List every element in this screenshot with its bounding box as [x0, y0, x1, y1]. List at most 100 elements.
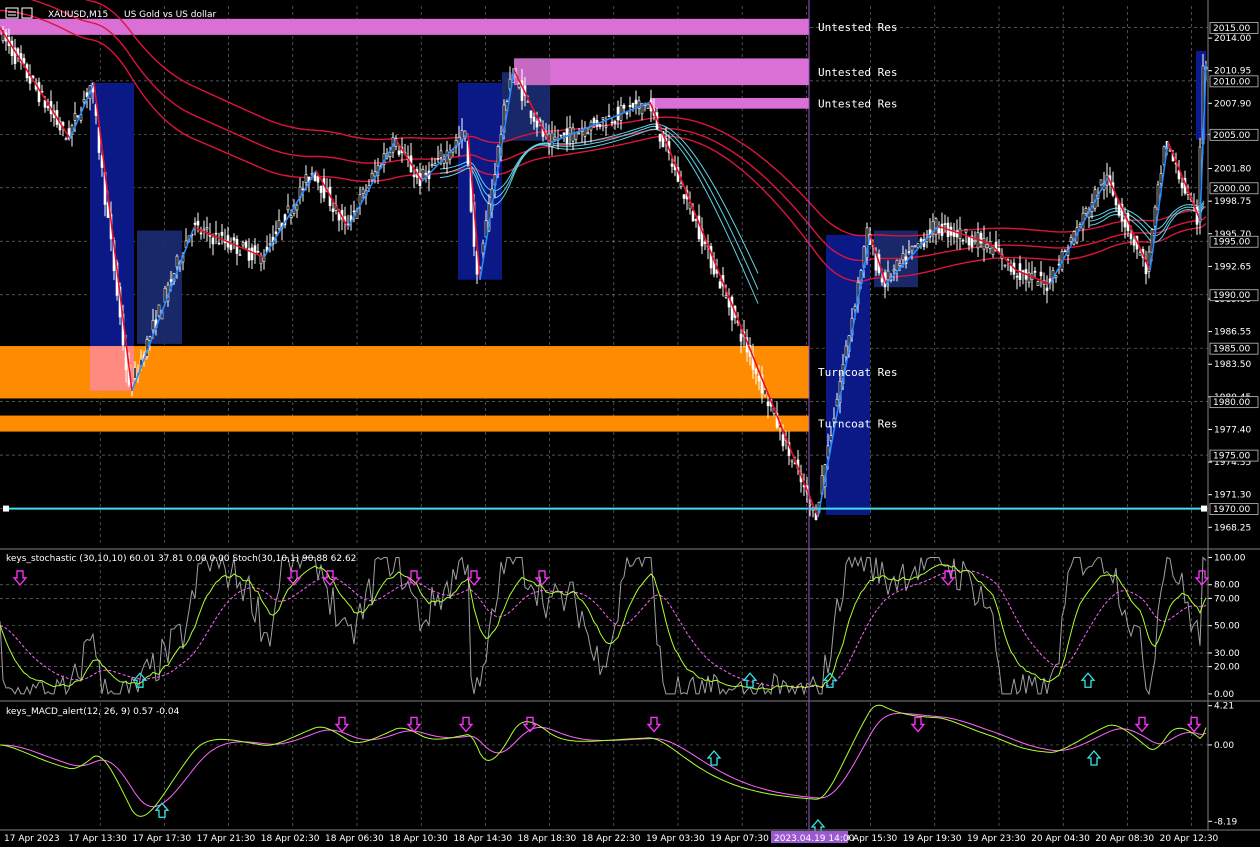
candle-body [220, 231, 224, 236]
candle-body [964, 228, 968, 233]
candle-body [682, 194, 686, 199]
candle-body [586, 132, 590, 135]
price-tick-label: 1983.50 [1214, 360, 1251, 370]
candle-body [979, 232, 983, 244]
candle-body [289, 215, 293, 218]
candle-body [232, 237, 236, 241]
candle-body [1033, 270, 1037, 273]
candle-body [517, 83, 521, 88]
candle-body [835, 398, 839, 407]
candle-body [670, 163, 674, 167]
candle-body [568, 127, 572, 135]
candle-body [361, 188, 365, 194]
trading-chart[interactable]: Untested Res Untested Res Untested Res Turn… [0, 0, 1260, 847]
macd-title: keys_MACD_alert(12, 26, 9) 0.57 -0.04 [6, 707, 180, 717]
chart-symbol: XAUUSD,M15 [48, 10, 108, 20]
price-tick-label: 1971.30 [1214, 491, 1251, 501]
candle-body [718, 281, 722, 289]
time-label: 17 Apr 21:30 [197, 834, 256, 844]
candle-body [1180, 182, 1184, 189]
candle-body [658, 133, 662, 142]
candle-body [433, 163, 437, 166]
time-label: 20 Apr 12:30 [1160, 834, 1219, 844]
price-tag-label: 2015.00 [1213, 24, 1250, 34]
time-label: 20 Apr 08:30 [1095, 834, 1154, 844]
candle-body [991, 247, 995, 255]
price-tick-label: 1968.25 [1214, 523, 1251, 533]
stochastic-tick-label: 0.00 [1214, 690, 1234, 700]
price-tick-label: 2014.00 [1214, 34, 1251, 44]
zone-label: Untested Res [818, 97, 897, 110]
candle-body [607, 115, 611, 118]
zone-turncoat [0, 415, 809, 432]
candle-body [691, 210, 695, 222]
candle-body [625, 112, 629, 115]
price-tag-label: 1980.00 [1213, 398, 1250, 408]
price-tag-label: 1995.00 [1213, 238, 1250, 248]
candle-body [202, 228, 206, 231]
zone-label: Untested Res [818, 66, 897, 79]
time-label: 17 Apr 2023 [4, 834, 60, 844]
candle-body [175, 255, 179, 268]
price-tag-label: 2005.00 [1213, 131, 1250, 141]
time-label: 18 Apr 18:30 [518, 834, 577, 844]
candle-body [529, 110, 533, 118]
candle-body [1138, 252, 1142, 256]
time-label: 17 Apr 17:30 [132, 834, 191, 844]
time-label: 17 Apr 13:30 [68, 834, 127, 844]
candle-body [1054, 275, 1058, 279]
candle-body [550, 132, 554, 147]
price-tick-label: 2007.90 [1214, 99, 1251, 109]
candle-body [739, 333, 743, 342]
zone-label: Turncoat Res [818, 418, 897, 431]
horizontal-line-handle [3, 505, 9, 512]
candle-body [961, 239, 965, 242]
candle-body [229, 244, 233, 251]
candle-body [604, 125, 608, 128]
price-tag-label: 1990.00 [1213, 291, 1250, 301]
time-label: 18 Apr 10:30 [389, 834, 448, 844]
candle-body [1099, 179, 1103, 186]
candle-body [304, 174, 308, 183]
candle-body [628, 105, 632, 108]
price-tag-label: 2010.00 [1213, 77, 1250, 87]
candle-body [781, 434, 785, 447]
candle-body [886, 270, 890, 281]
price-tick-label: 1977.40 [1214, 425, 1251, 435]
candle-body [535, 120, 539, 128]
candle-body [559, 134, 563, 137]
candle-body [421, 169, 425, 180]
price-tick-label: 2001.80 [1214, 165, 1251, 175]
candle-body [199, 232, 203, 235]
candle-body [82, 99, 86, 103]
candle-body [1063, 250, 1067, 253]
candle-body [319, 185, 323, 193]
candle-body [1045, 287, 1049, 291]
time-label: 18 Apr 02:30 [261, 834, 320, 844]
candle-body [277, 220, 281, 229]
price-tick-label: 1986.55 [1214, 328, 1251, 338]
candle-body [1117, 204, 1121, 216]
macd-tick-label: 4.21 [1214, 702, 1234, 712]
price-tick-label: 2010.95 [1214, 67, 1251, 77]
candle-body [919, 238, 923, 242]
candle-body [631, 102, 635, 108]
candle-body [943, 223, 947, 225]
candle-body [616, 106, 620, 121]
time-label: 20 Apr 04:30 [1031, 834, 1090, 844]
price-tick-label: 1998.75 [1214, 197, 1251, 207]
candle-body [397, 150, 401, 155]
stochastic-tick-label: 70.00 [1214, 594, 1240, 604]
candle-body [46, 106, 50, 109]
candle-body [985, 243, 989, 248]
candle-body [724, 295, 728, 298]
candle-body [37, 82, 41, 103]
candle-body [439, 150, 443, 158]
candle-body [157, 304, 161, 317]
candle-body [22, 58, 26, 64]
candle-body [211, 237, 215, 245]
candle-body [1027, 272, 1031, 283]
stochastic-tick-label: 80.00 [1214, 581, 1240, 591]
candle-body [598, 124, 602, 127]
candle-body [169, 279, 173, 282]
